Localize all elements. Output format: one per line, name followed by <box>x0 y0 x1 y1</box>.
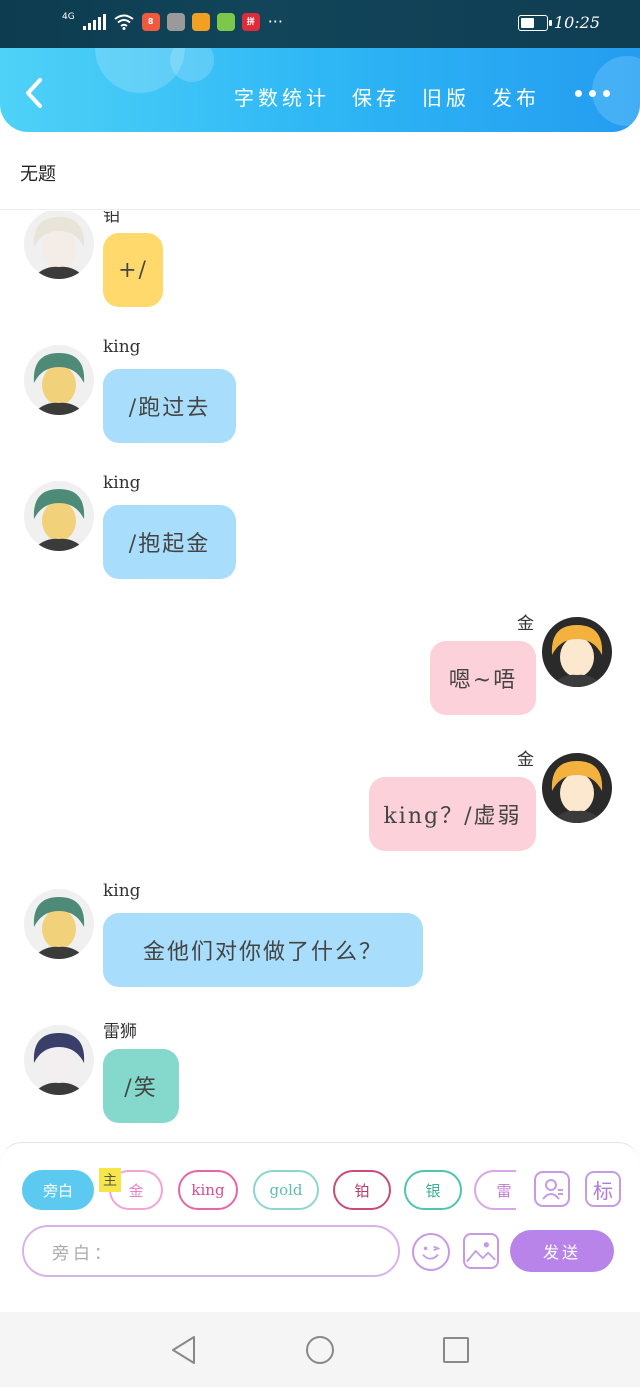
recents-square-icon[interactable] <box>440 1334 472 1366</box>
back-triangle-icon[interactable] <box>168 1334 200 1366</box>
avatar-king[interactable] <box>24 889 94 959</box>
pineapple-app-icon <box>216 12 235 31</box>
avatar-jin[interactable] <box>542 753 612 823</box>
role-chip[interactable]: 铂 <box>333 1170 391 1210</box>
story-title[interactable]: 无题 <box>20 160 56 186</box>
sender-name: 金 <box>517 614 534 634</box>
role-chip[interactable]: king <box>178 1170 238 1210</box>
colorful-app-icon <box>191 12 210 31</box>
status-right: 10:25 <box>517 13 600 32</box>
message-row: king/抱起金 <box>0 469 640 605</box>
hex-app-icon <box>166 12 185 31</box>
avatar-leishi[interactable] <box>24 1025 94 1095</box>
chat-list[interactable]: 铂 +/king/跑过去 king/抱起金金嗯~唔金 king？/虚弱 king 金他们对… <box>0 211 640 1143</box>
battery-icon <box>517 14 552 31</box>
sender-name: king <box>103 473 141 493</box>
message-row: 雷狮/笑 <box>0 1013 640 1143</box>
role-chip[interactable]: 旁白 <box>22 1170 94 1210</box>
role-chip[interactable]: gold <box>253 1170 319 1210</box>
clock: 10:25 <box>553 13 600 32</box>
message-input[interactable]: 旁白： <box>22 1225 400 1277</box>
message-row: 铂 +/ <box>0 211 640 333</box>
sender-name: king <box>103 881 141 901</box>
role-chip[interactable]: 雷 <box>474 1170 516 1210</box>
sender-name: king <box>103 337 141 357</box>
wifi-icon <box>114 14 134 30</box>
old-version-button[interactable]: 旧版 <box>422 82 470 111</box>
sender-name: 金 <box>517 750 534 770</box>
save-button[interactable]: 保存 <box>352 82 400 111</box>
message-bubble[interactable]: /笑 <box>103 1049 179 1123</box>
image-icon[interactable] <box>463 1233 499 1269</box>
header-actions: 字数统计 保存 旧版 发布 <box>234 82 540 111</box>
person-card-icon[interactable] <box>534 1171 570 1207</box>
status-bar: 4G 8 拼 ··· 10:25 <box>0 0 640 48</box>
role-chip[interactable]: 银 <box>404 1170 462 1210</box>
back-icon[interactable] <box>18 76 52 110</box>
home-circle-icon[interactable] <box>304 1334 336 1366</box>
system-nav-bar <box>0 1312 640 1387</box>
message-bubble[interactable]: +/ <box>103 233 163 307</box>
more-notifications-icon: ··· <box>267 12 283 31</box>
message-row: 金嗯~唔 <box>0 605 640 741</box>
emoji-icon[interactable] <box>412 1233 450 1271</box>
message-bubble[interactable]: /跑过去 <box>103 369 236 443</box>
sender-name: 雷狮 <box>103 1022 137 1042</box>
message-bubble[interactable]: 金他们对你做了什么？ <box>103 913 423 987</box>
title-row[interactable]: 无题 <box>0 132 640 210</box>
more-icon[interactable] <box>575 90 610 97</box>
signal-icon <box>82 13 106 30</box>
send-button[interactable]: 发送 <box>510 1230 614 1272</box>
message-row: 金 king？/虚弱 <box>0 741 640 877</box>
avatar-king[interactable] <box>24 345 94 415</box>
decorative-bubble <box>170 48 214 82</box>
tag-button[interactable]: 标 <box>585 1171 621 1207</box>
network-type: 4G <box>62 12 75 22</box>
avatar-jin[interactable] <box>542 617 612 687</box>
red-square-app-icon: 8 <box>141 12 160 31</box>
message-bubble[interactable]: /抱起金 <box>103 505 236 579</box>
main-role-tag: 主 <box>99 1168 121 1192</box>
message-bubble[interactable]: king？/虚弱 <box>369 777 536 851</box>
avatar-bo[interactable] <box>24 211 94 279</box>
app-header: 字数统计 保存 旧版 发布 <box>0 48 640 132</box>
avatar-king[interactable] <box>24 481 94 551</box>
message-row: king/跑过去 <box>0 333 640 469</box>
role-chip-bar[interactable]: 旁白金 king gold 铂银雷 <box>22 1170 516 1212</box>
status-left: 4G 8 拼 ··· <box>62 12 283 31</box>
sender-name: 铂 <box>103 211 120 226</box>
word-count-button[interactable]: 字数统计 <box>234 82 330 111</box>
message-bubble[interactable]: 嗯~唔 <box>430 641 536 715</box>
publish-button[interactable]: 发布 <box>492 82 540 111</box>
pinduoduo-app-icon: 拼 <box>241 12 260 31</box>
message-row: king 金他们对你做了什么？ <box>0 877 640 1013</box>
composer: 旁白金 king gold 铂银雷 主 标 旁白： 发送 <box>0 1142 640 1277</box>
